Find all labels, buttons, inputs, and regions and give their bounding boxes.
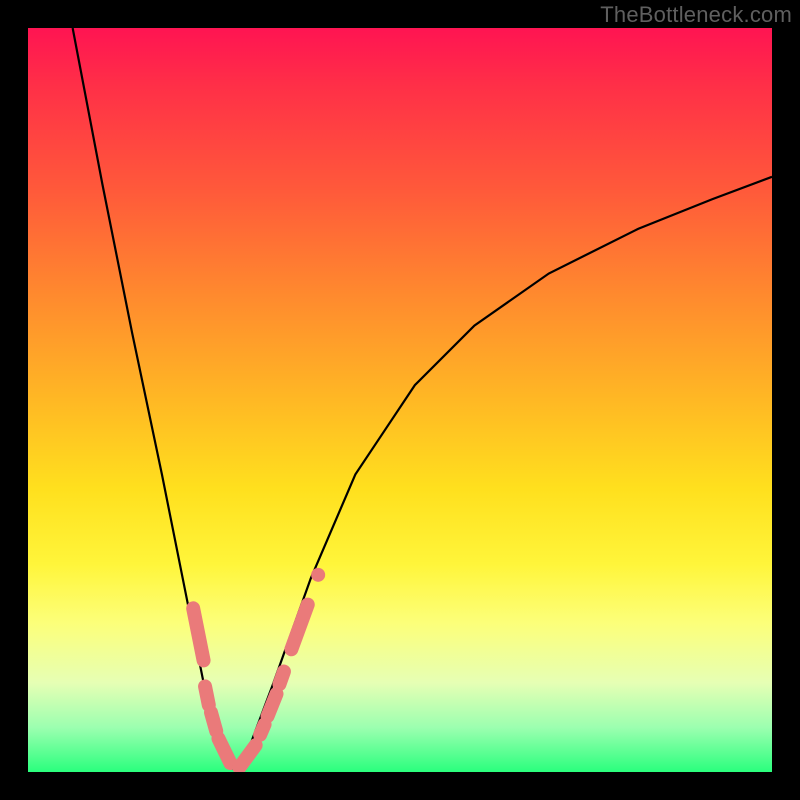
right-curve-path [236, 177, 772, 772]
pink-segment [260, 724, 264, 734]
watermark-text: TheBottleneck.com [600, 2, 792, 28]
chart-stage: TheBottleneck.com [0, 0, 800, 800]
pink-segment [205, 686, 209, 705]
curve-left [73, 28, 237, 772]
pink-highlights [193, 568, 325, 768]
plot-area [28, 28, 772, 772]
pink-segment [268, 694, 277, 716]
pink-segment [211, 712, 216, 731]
pink-segment [291, 605, 307, 650]
pink-segment [193, 608, 203, 660]
curve-right [236, 177, 772, 772]
left-curve-path [73, 28, 237, 772]
pink-segment [218, 739, 230, 764]
pink-segment [239, 745, 255, 767]
pink-dot [311, 568, 325, 582]
chart-svg [28, 28, 772, 772]
pink-segment [279, 672, 283, 685]
